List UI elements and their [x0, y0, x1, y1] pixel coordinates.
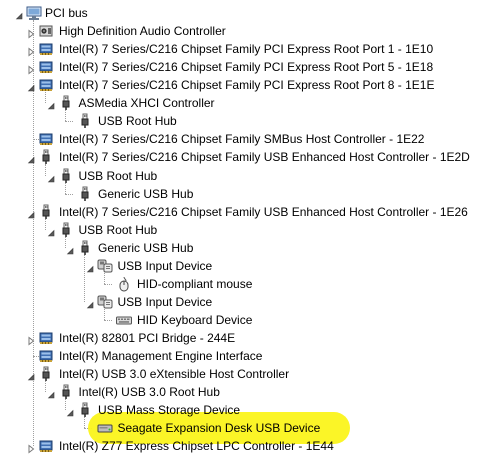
tree-node-pci-bus[interactable]: PCI bus	[0, 4, 501, 22]
tree-node-intel-r-7-series-c216-chipset-family-pci-express-root-port-1-1e10[interactable]: Intel(R) 7 Series/C216 Chipset Family PC…	[0, 40, 501, 58]
device-tree: PCI bus High Definition Audio Controller I…	[0, 0, 501, 455]
collapse-arrow-icon[interactable]	[46, 171, 56, 182]
tree-node-intel-r-management-engine-interface[interactable]: Intel(R) Management Engine Interface	[0, 347, 501, 365]
tree-node-intel-r-7-series-c216-chipset-family-usb-enhanced-host-controller-1e2d[interactable]: Intel(R) 7 Series/C216 Chipset Family US…	[0, 148, 501, 166]
expand-arrow-icon[interactable]	[26, 441, 36, 454]
tree-node-label: Intel(R) 82801 PCI Bridge - 244E	[59, 331, 236, 346]
tree-node-usb-root-hub[interactable]: USB Root Hub	[0, 112, 501, 130]
collapse-arrow-icon[interactable]	[65, 243, 75, 255]
usb-plug-icon	[77, 186, 93, 202]
collapse-arrow-icon[interactable]	[26, 207, 36, 218]
tree-node-label: Seagate Expansion Desk USB Device	[117, 421, 321, 436]
usb-plug-icon	[77, 113, 93, 129]
computer-icon	[26, 5, 42, 21]
tree-node-label: USB Input Device	[117, 258, 213, 273]
tree-node-label: Intel(R) 7 Series/C216 Chipset Family US…	[59, 150, 470, 165]
collapse-arrow-icon[interactable]	[65, 405, 75, 417]
collapse-arrow-icon[interactable]	[14, 8, 24, 20]
tree-node-label: Intel(R) 7 Series/C216 Chipset Family US…	[59, 204, 468, 219]
tree-node-usb-root-hub[interactable]: USB Root Hub	[0, 167, 501, 185]
tree-node-label: Intel(R) Z77 Express Chipset LPC Control…	[59, 439, 334, 454]
keyboard-icon	[116, 312, 132, 328]
tree-node-intel-r-usb-3-0-root-hub[interactable]: Intel(R) USB 3.0 Root Hub	[0, 383, 501, 401]
tree-node-label: Generic USB Hub	[98, 186, 194, 201]
expand-arrow-icon[interactable]	[26, 333, 36, 346]
collapse-arrow-icon[interactable]	[85, 261, 95, 273]
tree-node-label: USB Input Device	[117, 294, 213, 309]
tree-node-usb-mass-storage-device[interactable]: USB Mass Storage Device	[0, 401, 501, 419]
tree-node-label: Intel(R) USB 3.0 Root Hub	[78, 385, 220, 400]
usb-plug-icon	[38, 149, 54, 165]
pci-bridge-icon	[38, 330, 54, 346]
collapse-arrow-icon[interactable]	[26, 152, 36, 164]
tree-node-label: PCI bus	[45, 6, 88, 20]
tree-node-intel-r-7-series-c216-chipset-family-smbus-host-controller-1e22[interactable]: Intel(R) 7 Series/C216 Chipset Family SM…	[0, 130, 501, 148]
tree-node-label: HID-compliant mouse	[137, 276, 253, 291]
tree-node-label: High Definition Audio Controller	[59, 24, 226, 39]
tree-node-label: Intel(R) 7 Series/C216 Chipset Family SM…	[59, 132, 425, 147]
usb-plug-icon	[77, 402, 93, 418]
collapse-arrow-icon[interactable]	[46, 387, 56, 399]
usb-plug-icon	[58, 168, 74, 184]
tree-node-intel-r-7-series-c216-chipset-family-pci-express-root-port-8-1e1e[interactable]: Intel(R) 7 Series/C216 Chipset Family PC…	[0, 76, 501, 94]
usb-plug-icon	[58, 222, 74, 238]
collapse-arrow-icon[interactable]	[46, 225, 56, 237]
tree-node-generic-usb-hub[interactable]: Generic USB Hub	[0, 185, 501, 203]
tree-node-label: ASMedia XHCI Controller	[78, 96, 215, 111]
tree-node-generic-usb-hub[interactable]: Generic USB Hub	[0, 239, 501, 257]
tree-node-label: Intel(R) 7 Series/C216 Chipset Family PC…	[59, 78, 435, 93]
tree-node-usb-input-device[interactable]: USB Input Device	[0, 293, 501, 311]
expand-arrow-icon[interactable]	[26, 26, 36, 39]
mouse-icon	[116, 276, 132, 292]
tree-node-usb-input-device[interactable]: USB Input Device	[0, 257, 501, 275]
usb-plug-icon	[38, 204, 54, 220]
usb-plug-icon	[58, 384, 74, 400]
tree-node-label: USB Root Hub	[78, 168, 158, 183]
pci-bridge-icon	[38, 348, 54, 364]
tree-node-label: USB Root Hub	[78, 222, 158, 237]
tree-node-hid-keyboard-device[interactable]: HID Keyboard Device	[0, 311, 501, 329]
tree-node-intel-r-z77-express-chipset-lpc-controller-1e44[interactable]: Intel(R) Z77 Express Chipset LPC Control…	[0, 437, 501, 455]
tree-node-intel-r-7-series-c216-chipset-family-usb-enhanced-host-controller-1e26[interactable]: Intel(R) 7 Series/C216 Chipset Family US…	[0, 203, 501, 221]
expand-arrow-icon[interactable]	[26, 44, 36, 57]
collapse-arrow-icon[interactable]	[85, 297, 95, 309]
pci-bridge-icon	[38, 438, 54, 454]
collapse-arrow-icon[interactable]	[26, 80, 36, 92]
tree-node-usb-root-hub[interactable]: USB Root Hub	[0, 221, 501, 239]
tree-node-label: USB Mass Storage Device	[98, 403, 241, 418]
hid-icon	[97, 258, 113, 274]
sound-card-icon	[38, 23, 54, 39]
tree-node-label: USB Root Hub	[98, 114, 177, 129]
tree-node-intel-r-usb-3-0-extensible-host-controller[interactable]: Intel(R) USB 3.0 eXtensible Host Control…	[0, 365, 501, 383]
expand-arrow-icon[interactable]	[26, 62, 36, 75]
tree-node-seagate-expansion-desk-usb-device[interactable]: Seagate Expansion Desk USB Device	[0, 419, 501, 437]
usb-plug-icon	[38, 366, 54, 382]
pci-bridge-icon	[38, 131, 54, 147]
tree-node-label: Generic USB Hub	[98, 240, 194, 255]
disk-drive-icon	[97, 420, 113, 436]
tree-node-label: HID Keyboard Device	[137, 313, 253, 328]
tree-node-label: Intel(R) USB 3.0 eXtensible Host Control…	[59, 367, 290, 382]
tree-node-hid-compliant-mouse[interactable]: HID-compliant mouse	[0, 275, 501, 293]
tree-node-label: Intel(R) 7 Series/C216 Chipset Family PC…	[59, 42, 434, 57]
tree-node-high-definition-audio-controller[interactable]: High Definition Audio Controller	[0, 22, 501, 40]
usb-plug-icon	[58, 95, 74, 111]
collapse-arrow-icon[interactable]	[26, 369, 36, 381]
tree-node-intel-r-7-series-c216-chipset-family-pci-express-root-port-5-1e18[interactable]: Intel(R) 7 Series/C216 Chipset Family PC…	[0, 58, 501, 76]
hid-icon	[97, 294, 113, 310]
collapse-arrow-icon[interactable]	[46, 98, 56, 110]
pci-bridge-icon	[38, 41, 54, 57]
usb-plug-icon	[77, 240, 93, 256]
pci-bridge-icon	[38, 59, 54, 75]
tree-node-label: Intel(R) 7 Series/C216 Chipset Family PC…	[59, 60, 434, 75]
tree-node-asmedia-xhci-controller[interactable]: ASMedia XHCI Controller	[0, 94, 501, 112]
tree-node-intel-r-82801-pci-bridge-244e[interactable]: Intel(R) 82801 PCI Bridge - 244E	[0, 329, 501, 347]
tree-node-label: Intel(R) Management Engine Interface	[59, 349, 263, 364]
pci-bridge-icon	[38, 77, 54, 93]
